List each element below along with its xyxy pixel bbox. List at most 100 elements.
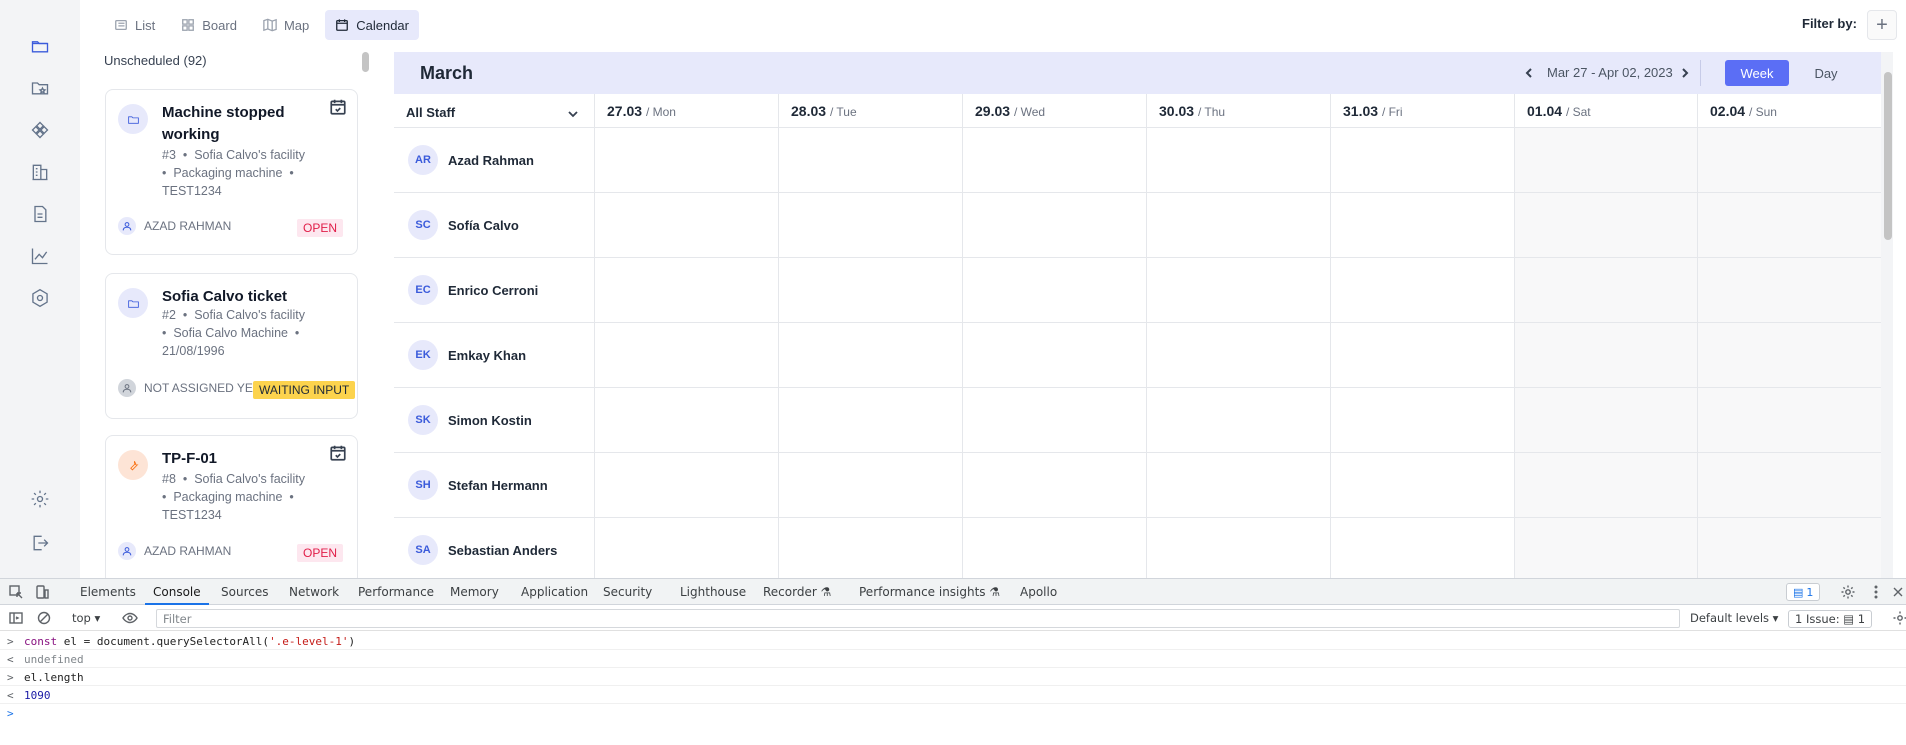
- devtools-tab[interactable]: Network: [289, 585, 339, 599]
- calendar-slot[interactable]: [1697, 258, 1881, 322]
- device-toggle-icon[interactable]: [34, 584, 50, 600]
- calendar-slot[interactable]: [1146, 323, 1330, 387]
- devtools-tab[interactable]: Performance: [358, 585, 434, 599]
- devtools-tab[interactable]: Apollo: [1020, 585, 1057, 599]
- staff-cell[interactable]: SH Stefan Hermann: [394, 453, 594, 517]
- sidebar-toggle-icon[interactable]: [8, 610, 24, 626]
- add-filter-button[interactable]: +: [1867, 10, 1897, 40]
- calendar-slot[interactable]: [1146, 128, 1330, 192]
- calendar-slot[interactable]: [962, 128, 1146, 192]
- unscheduled-scrollbar[interactable]: [362, 52, 369, 72]
- devtools-tab[interactable]: Lighthouse: [680, 585, 746, 599]
- calendar-slot[interactable]: [1330, 128, 1514, 192]
- devtools-tab[interactable]: Console: [153, 585, 201, 599]
- calendar-slot[interactable]: [594, 323, 778, 387]
- day-view-button[interactable]: Day: [1802, 60, 1850, 86]
- calendar-slot[interactable]: [778, 323, 962, 387]
- calendar-slot[interactable]: [1514, 518, 1697, 578]
- calendar-slot[interactable]: [778, 128, 962, 192]
- schedule-calendar-icon[interactable]: [329, 98, 347, 116]
- calendar-slot[interactable]: [594, 388, 778, 452]
- calendar-slot[interactable]: [1514, 323, 1697, 387]
- chevron-left-icon[interactable]: [1522, 65, 1536, 81]
- calendar-slot[interactable]: [1146, 453, 1330, 517]
- devtools-tab[interactable]: Security: [603, 585, 652, 599]
- issues-count-button[interactable]: 1 Issue: ▤ 1: [1788, 610, 1873, 628]
- calendar-slot[interactable]: [594, 258, 778, 322]
- log-levels-select[interactable]: Default levels ▾: [1690, 611, 1778, 625]
- ticket-card[interactable]: Sofia Calvo ticket #2 • Sofia Calvo's fa…: [105, 273, 358, 419]
- calendar-slot[interactable]: [1146, 193, 1330, 257]
- devtools-tab[interactable]: Sources: [221, 585, 268, 599]
- issues-badge[interactable]: ▤ 1: [1786, 583, 1821, 601]
- staff-cell[interactable]: SA Sebastian Anders: [394, 518, 594, 578]
- calendar-slot[interactable]: [1514, 388, 1697, 452]
- folder-star-icon[interactable]: [28, 76, 52, 100]
- calendar-slot[interactable]: [962, 258, 1146, 322]
- console-filter-input[interactable]: Filter: [156, 609, 1680, 628]
- calendar-slot[interactable]: [962, 388, 1146, 452]
- staff-cell[interactable]: SK Simon Kostin: [394, 388, 594, 452]
- calendar-slot[interactable]: [1146, 388, 1330, 452]
- components-icon[interactable]: [28, 118, 52, 142]
- staff-cell[interactable]: SC Sofía Calvo: [394, 193, 594, 257]
- calendar-slot[interactable]: [962, 453, 1146, 517]
- calendar-scroll-thumb[interactable]: [1884, 72, 1892, 240]
- calendar-slot[interactable]: [1514, 128, 1697, 192]
- calendar-slot[interactable]: [594, 453, 778, 517]
- devtools-tab[interactable]: Application: [521, 585, 588, 599]
- calendar-slot[interactable]: [1330, 323, 1514, 387]
- tab-map[interactable]: Map: [253, 10, 319, 40]
- calendar-slot[interactable]: [1697, 128, 1881, 192]
- clear-console-icon[interactable]: [36, 610, 52, 626]
- gear-icon[interactable]: [1840, 584, 1856, 600]
- calendar-slot[interactable]: [1330, 453, 1514, 517]
- calendar-slot[interactable]: [778, 518, 962, 578]
- console-prompt[interactable]: >: [0, 704, 1906, 722]
- devtools-tab[interactable]: Elements: [80, 585, 136, 599]
- staff-filter[interactable]: All Staff: [394, 94, 594, 127]
- calendar-slot[interactable]: [1697, 388, 1881, 452]
- calendar-slot[interactable]: [778, 193, 962, 257]
- calendar-slot[interactable]: [1697, 453, 1881, 517]
- calendar-slot[interactable]: [778, 388, 962, 452]
- calendar-slot[interactable]: [1697, 518, 1881, 578]
- settings-hex-icon[interactable]: [28, 286, 52, 310]
- calendar-slot[interactable]: [962, 518, 1146, 578]
- folder-icon[interactable]: [28, 34, 52, 58]
- devtools-tab[interactable]: Memory: [450, 585, 499, 599]
- devtools-tab[interactable]: Recorder ⚗: [763, 585, 831, 599]
- week-view-button[interactable]: Week: [1725, 60, 1789, 86]
- calendar-slot[interactable]: [1514, 193, 1697, 257]
- gear-icon[interactable]: [28, 487, 52, 511]
- calendar-slot[interactable]: [594, 128, 778, 192]
- calendar-slot[interactable]: [1146, 518, 1330, 578]
- calendar-slot[interactable]: [1146, 258, 1330, 322]
- calendar-slot[interactable]: [1330, 258, 1514, 322]
- ticket-card[interactable]: TP-F-01 #8 • Sofia Calvo's facility • Pa…: [105, 435, 358, 585]
- calendar-slot[interactable]: [962, 323, 1146, 387]
- calendar-slot[interactable]: [778, 453, 962, 517]
- staff-cell[interactable]: AR Azad Rahman: [394, 128, 594, 192]
- calendar-slot[interactable]: [594, 518, 778, 578]
- more-vertical-icon[interactable]: [1868, 584, 1884, 600]
- calendar-slot[interactable]: [1330, 388, 1514, 452]
- calendar-slot[interactable]: [1697, 193, 1881, 257]
- calendar-slot[interactable]: [1330, 193, 1514, 257]
- ticket-card[interactable]: Machine stopped working #3 • Sofia Calvo…: [105, 89, 358, 255]
- chevron-down-icon[interactable]: [566, 107, 580, 121]
- devtools-tab[interactable]: Performance insights ⚗: [859, 585, 1000, 599]
- staff-cell[interactable]: EK Emkay Khan: [394, 323, 594, 387]
- eye-icon[interactable]: [122, 610, 138, 626]
- calendar-slot[interactable]: [1514, 453, 1697, 517]
- calendar-slot[interactable]: [1514, 258, 1697, 322]
- tab-calendar[interactable]: Calendar: [325, 10, 419, 40]
- schedule-calendar-icon[interactable]: [329, 444, 347, 462]
- tab-board[interactable]: Board: [171, 10, 247, 40]
- calendar-slot[interactable]: [778, 258, 962, 322]
- calendar-slot[interactable]: [1697, 323, 1881, 387]
- tab-list[interactable]: List: [104, 10, 165, 40]
- console-settings-icon[interactable]: [1892, 610, 1906, 626]
- calendar-slot[interactable]: [962, 193, 1146, 257]
- calendar-slot[interactable]: [594, 193, 778, 257]
